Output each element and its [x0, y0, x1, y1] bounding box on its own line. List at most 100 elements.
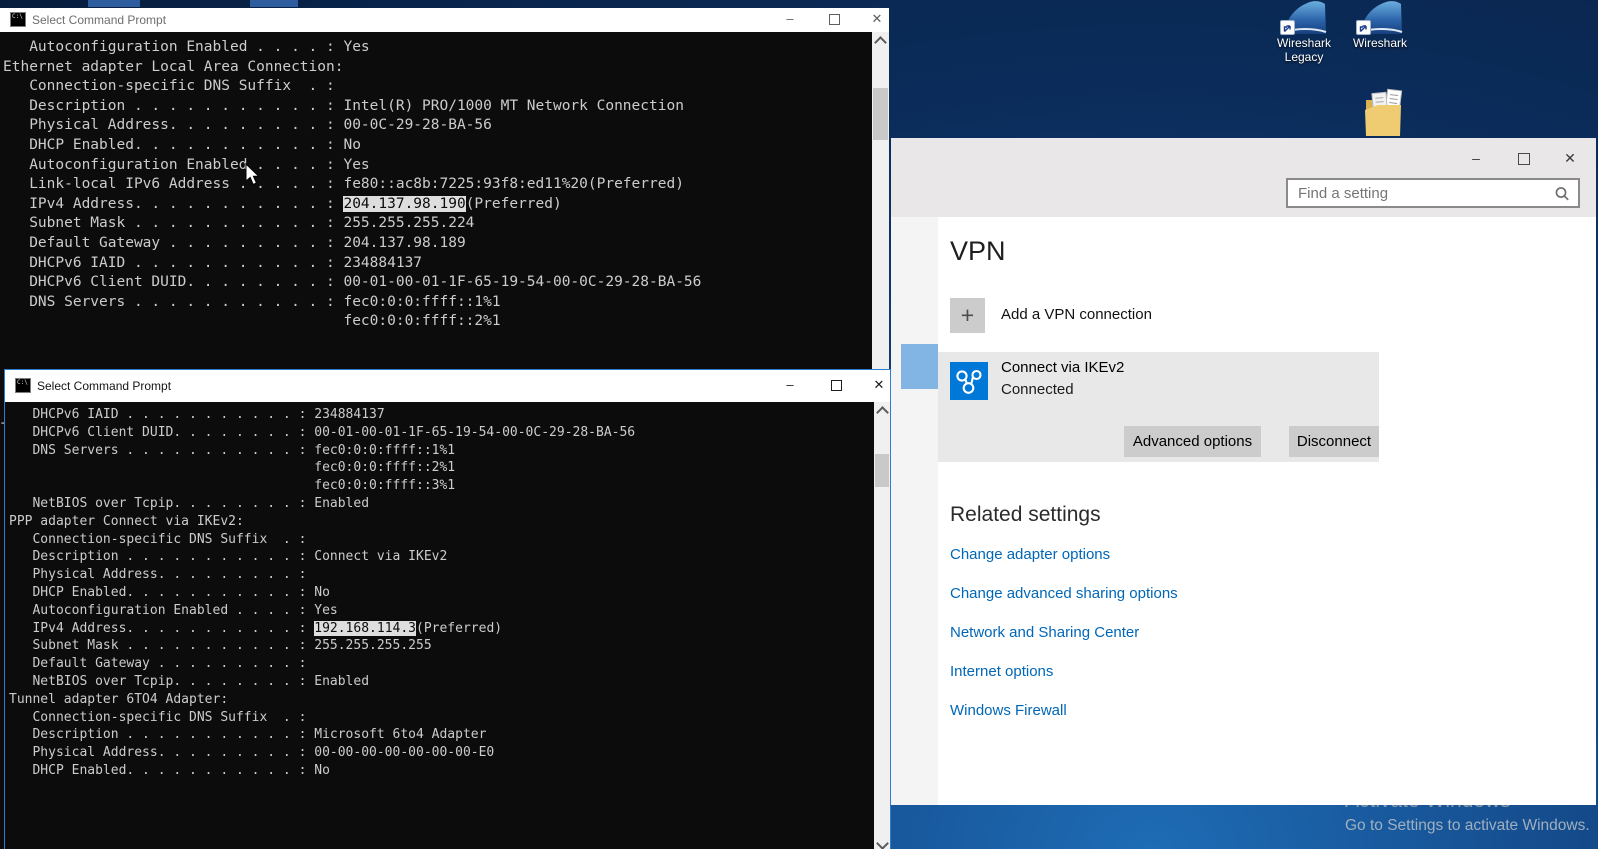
hidden-icon-fragment: [250, 0, 298, 7]
terminal-line: Default Gateway . . . . . . . . . : 204.…: [3, 234, 466, 251]
desktop-icon-wireshark[interactable]: Wireshark: [1342, 0, 1418, 50]
close-button[interactable]: ✕: [858, 377, 900, 393]
nav-selected-highlight[interactable]: [901, 344, 938, 389]
search-input[interactable]: [1288, 180, 1578, 206]
vpn-connection-item[interactable]: Connect via IKEv2 Connected Advanced opt…: [938, 352, 1379, 462]
terminal-line: Ethernet adapter Local Area Connection:: [3, 58, 344, 75]
terminal-line: Autoconfiguration Enabled . . . . : Yes: [9, 602, 338, 618]
maximize-button[interactable]: [1507, 147, 1541, 169]
terminal-line: Connection-specific DNS Suffix . :: [9, 531, 307, 547]
terminal-titlebar[interactable]: C:\ Select Command Prompt – ✕: [5, 370, 890, 402]
desktop-icon-label: Wireshark Legacy: [1276, 36, 1331, 64]
scroll-up-icon[interactable]: [875, 406, 889, 419]
maximize-button[interactable]: [815, 377, 857, 392]
scroll-up-icon[interactable]: [874, 36, 887, 49]
terminal-line: Default Gateway . . . . . . . . . :: [9, 656, 307, 672]
terminal-line: Connection-specific DNS Suffix . :: [9, 709, 307, 725]
cmd-icon: C:\: [10, 12, 26, 27]
settings-search-box[interactable]: [1286, 178, 1580, 208]
terminal-line: DHCP Enabled. . . . . . . . . . . : No: [3, 136, 361, 153]
terminal-line: Description . . . . . . . . . . . : Micr…: [9, 727, 487, 743]
terminal-line: IPv4 Address. . . . . . . . . . . : 204.…: [3, 195, 562, 212]
advanced-options-button[interactable]: Advanced options: [1124, 426, 1261, 457]
terminal-line: fec0:0:0:ffff::2%1: [3, 313, 501, 330]
close-button[interactable]: ✕: [856, 11, 898, 27]
terminal-line: Connection-specific DNS Suffix . :: [3, 78, 335, 95]
desktop: Activate Windows Go to Settings to activ…: [0, 0, 1598, 849]
selected-text: 192.168.114.3: [314, 620, 416, 636]
related-settings-link[interactable]: Change advanced sharing options: [950, 585, 1178, 605]
command-prompt-window-front: C:\ Select Command Prompt – ✕ DHCPv6 IAI…: [4, 369, 891, 849]
page-title: VPN: [950, 236, 1006, 266]
terminal-line: Physical Address. . . . . . . . . :: [9, 567, 307, 583]
maximize-icon: [830, 380, 842, 392]
terminal-line: fec0:0:0:ffff::2%1: [9, 460, 456, 476]
plus-icon: +: [950, 298, 985, 333]
terminal-line: DNS Servers . . . . . . . . . . . : fec0…: [3, 293, 501, 310]
terminal-line: DHCP Enabled. . . . . . . . . . . : No: [9, 762, 330, 778]
terminal-line: NetBIOS over Tcpip. . . . . . . . : Enab…: [9, 673, 370, 689]
terminal-line: Description . . . . . . . . . . . : Inte…: [3, 97, 684, 114]
terminal-line: Physical Address. . . . . . . . . : 00-0…: [9, 745, 495, 761]
maximize-button[interactable]: [813, 11, 855, 26]
minimize-button[interactable]: –: [769, 11, 811, 26]
terminal-title: Select Command Prompt: [32, 13, 167, 27]
scrollbar-thumb[interactable]: [873, 88, 888, 140]
search-icon: [1555, 187, 1569, 201]
terminal-line: Link-local IPv6 Address . . . . . : fe80…: [3, 176, 684, 193]
terminal-line: DHCPv6 IAID . . . . . . . . . . . : 2348…: [9, 407, 385, 422]
minimize-button[interactable]: –: [1459, 147, 1493, 169]
scrollbar-thumb[interactable]: [875, 454, 889, 487]
close-button[interactable]: ✕: [1553, 147, 1587, 169]
terminal-titlebar[interactable]: C:\ Select Command Prompt – ✕: [0, 8, 889, 32]
terminal-line: DHCP Enabled. . . . . . . . . . . : No: [9, 584, 330, 600]
maximize-icon: [1518, 153, 1530, 166]
minimize-button[interactable]: –: [769, 377, 811, 392]
cmd-icon: C:\: [15, 378, 31, 393]
terminal-line: NetBIOS over Tcpip. . . . . . . . : Enab…: [9, 495, 370, 511]
related-settings-link[interactable]: Windows Firewall: [950, 702, 1178, 722]
related-settings-link[interactable]: Network and Sharing Center: [950, 624, 1178, 644]
terminal-title: Select Command Prompt: [37, 379, 172, 393]
terminal-line: Subnet Mask . . . . . . . . . . . : 255.…: [9, 638, 432, 654]
terminal-line: fec0:0:0:ffff::3%1: [9, 478, 456, 494]
add-vpn-label: Add a VPN connection: [1001, 306, 1152, 323]
terminal-line: Subnet Mask . . . . . . . . . . . : 255.…: [3, 215, 475, 232]
terminal-line: Physical Address. . . . . . . . . : 00-0…: [3, 117, 492, 134]
terminal-line: DHCPv6 IAID . . . . . . . . . . . : 2348…: [3, 254, 423, 271]
mouse-cursor: [245, 163, 260, 186]
related-settings-links: Change adapter options Change advanced sh…: [950, 546, 1178, 741]
folder-icon[interactable]: [1363, 88, 1407, 145]
terminal-line: Description . . . . . . . . . . . : Conn…: [9, 549, 448, 565]
terminal-line: DHCPv6 Client DUID. . . . . . . . : 00-0…: [9, 424, 636, 440]
terminal-line: Autoconfiguration Enabled . . . . : Yes: [3, 156, 370, 173]
terminal-line: PPP adapter Connect via IKEv2:: [9, 513, 244, 529]
disconnect-button[interactable]: Disconnect: [1289, 426, 1379, 457]
related-settings-link[interactable]: Change adapter options: [950, 546, 1178, 566]
settings-titlebar: – ✕: [891, 138, 1596, 217]
maximize-icon: [828, 14, 840, 26]
settings-nav-sliver: [891, 217, 938, 805]
shortcut-arrow-icon: [1280, 20, 1295, 35]
activate-windows-line2: Go to Settings to activate Windows.: [1345, 817, 1590, 834]
related-settings-heading: Related settings: [950, 503, 1101, 526]
desktop-icon-wireshark-legacy[interactable]: Wireshark Legacy: [1266, 0, 1342, 64]
vpn-icon: [950, 362, 988, 400]
add-vpn-connection[interactable]: + Add a VPN connection: [950, 298, 1330, 334]
terminal-line: Tunnel adapter 6TO4 Adapter:: [9, 691, 229, 707]
hidden-icon-fragment: [88, 0, 140, 7]
desktop-icon-label: Wireshark: [1352, 36, 1407, 50]
terminal-line: IPv4 Address. . . . . . . . . . . : 192.…: [9, 620, 503, 636]
terminal-output[interactable]: DHCPv6 IAID . . . . . . . . . . . : 2348…: [5, 402, 890, 849]
scrollbar[interactable]: [874, 402, 890, 849]
scroll-down[interactable]: [874, 833, 890, 849]
terminal-line: DHCPv6 Client DUID. . . . . . . . : 00-0…: [3, 274, 702, 291]
scroll-down-icon: [875, 837, 889, 849]
terminal-line: Autoconfiguration Enabled . . . . : Yes: [3, 39, 370, 55]
settings-window: – ✕ VPN + Add a VPN connection: [891, 138, 1596, 805]
terminal-line: DNS Servers . . . . . . . . . . . : fec0…: [9, 442, 456, 458]
selected-text: 204.137.98.190: [343, 195, 466, 212]
vpn-connection-name: Connect via IKEv2: [1001, 359, 1125, 376]
related-settings-link[interactable]: Internet options: [950, 663, 1178, 683]
shortcut-arrow-icon: [1356, 20, 1371, 35]
